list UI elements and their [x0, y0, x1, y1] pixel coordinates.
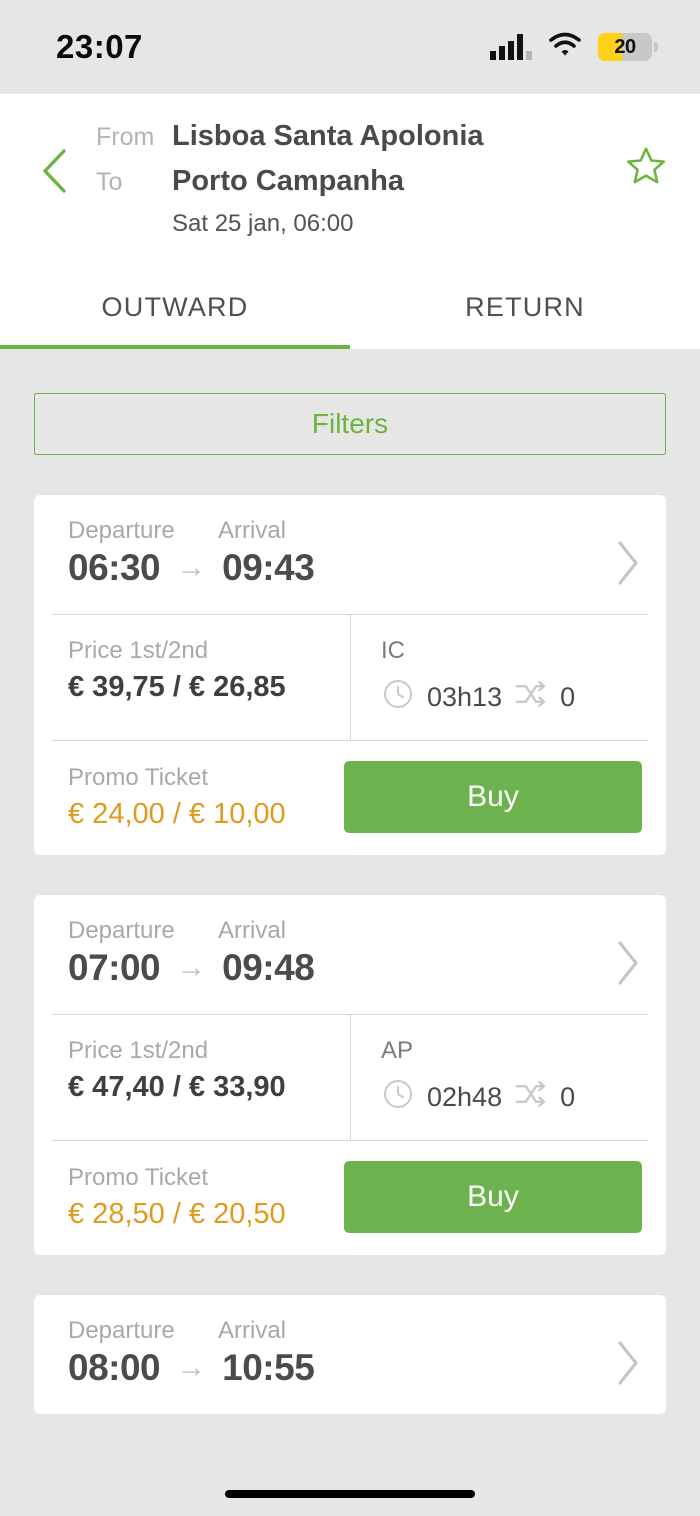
from-station: Lisboa Santa Apolonia — [172, 120, 484, 152]
route-details[interactable]: From Lisboa Santa Apolonia To Porto Camp… — [84, 120, 618, 238]
active-tab-underline — [0, 345, 350, 349]
buy-button[interactable]: Buy — [344, 1161, 642, 1233]
home-indicator — [225, 1490, 475, 1498]
price-label: Price 1st/2nd — [68, 1037, 209, 1064]
journey-details-button[interactable] — [614, 517, 642, 592]
promo-label: Promo Ticket — [68, 1163, 209, 1191]
clock-icon — [381, 677, 415, 718]
journey-details-button[interactable] — [614, 917, 642, 992]
journey-info-row: Price 1st/2nd € 47,40 / € 33,90 AP 02h48 — [34, 1015, 666, 1140]
journey-card[interactable]: Departure Arrival 07:00 → 09:48 Price 1s… — [34, 895, 666, 1255]
tab-return[interactable]: RETURN — [350, 278, 700, 349]
journey-card[interactable]: Departure Arrival 06:30 → 09:43 Price 1s… — [34, 495, 666, 855]
duration-value: 03h13 — [427, 682, 503, 712]
departure-label: Departure — [68, 1317, 175, 1344]
departure-time: 06:30 — [68, 547, 161, 588]
journey-promo-row: Promo Ticket € 28,50 / € 20,50 Buy — [34, 1141, 666, 1255]
arrival-time: 09:48 — [222, 947, 315, 988]
promo-label: Promo Ticket — [68, 763, 209, 791]
transfers-shuffle-icon — [514, 681, 548, 714]
departure-time: 07:00 — [68, 947, 161, 988]
chevron-right-icon — [614, 939, 642, 992]
transfers-count: 0 — [560, 682, 576, 712]
buy-button-label: Buy — [467, 1180, 519, 1213]
duration-value: 02h48 — [427, 1082, 503, 1112]
journey-promo-row: Promo Ticket € 24,00 / € 10,00 Buy — [34, 741, 666, 855]
price-value: € 39,75 / € 26,85 — [68, 671, 286, 703]
promo-price: € 28,50 / € 20,50 — [68, 1197, 286, 1230]
page-header: From Lisboa Santa Apolonia To Porto Camp… — [0, 94, 700, 349]
transfers-count: 0 — [560, 1082, 576, 1112]
clock-icon — [381, 1077, 415, 1118]
status-bar: 23:07 20 — [0, 0, 700, 94]
chevron-right-icon — [614, 539, 642, 592]
journey-details-button[interactable] — [614, 1317, 642, 1392]
chevron-right-icon — [614, 1339, 642, 1392]
tab-outward[interactable]: OUTWARD — [0, 278, 350, 349]
back-button[interactable] — [26, 120, 84, 199]
journey-card[interactable]: Departure Arrival 08:00 → 10:55 — [34, 1295, 666, 1414]
departure-label: Departure — [68, 517, 175, 544]
train-type: IC — [381, 637, 405, 664]
arrival-time: 10:55 — [222, 1347, 315, 1388]
filters-button[interactable]: Filters — [34, 393, 666, 455]
journey-times-row[interactable]: Departure Arrival 08:00 → 10:55 — [34, 1295, 666, 1414]
price-value: € 47,40 / € 33,90 — [68, 1071, 286, 1103]
status-bar-icons: 20 — [490, 32, 658, 63]
route-from-row: From Lisboa Santa Apolonia — [96, 120, 618, 153]
arrival-time: 09:43 — [222, 547, 315, 588]
route-to-row: To Porto Campanha — [96, 165, 618, 198]
journey-info-row: Price 1st/2nd € 39,75 / € 26,85 IC 03h13 — [34, 615, 666, 740]
favorite-button[interactable] — [618, 120, 674, 193]
train-type: AP — [381, 1037, 414, 1064]
battery-level-text: 20 — [614, 35, 636, 58]
star-outline-icon — [624, 144, 668, 193]
signal-bars-icon — [490, 34, 532, 60]
trip-direction-tabs: OUTWARD RETURN — [0, 278, 700, 349]
journey-times-row[interactable]: Departure Arrival 07:00 → 09:48 — [34, 895, 666, 1014]
arrival-label: Arrival — [218, 517, 287, 544]
status-bar-time: 23:07 — [56, 28, 143, 65]
to-label: To — [96, 168, 123, 196]
results-list: Filters Departure Arrival 06:30 → 09:43 — [0, 393, 700, 1414]
buy-button[interactable]: Buy — [344, 761, 642, 833]
buy-button-label: Buy — [467, 780, 519, 813]
price-label: Price 1st/2nd — [68, 637, 209, 664]
departure-time: 08:00 — [68, 1347, 161, 1388]
wifi-icon — [548, 32, 582, 63]
filters-button-label: Filters — [311, 408, 389, 439]
arrow-icon: → — [176, 1351, 207, 1384]
arrival-label: Arrival — [218, 1317, 287, 1344]
to-station: Porto Campanha — [172, 165, 405, 197]
battery-icon: 20 — [598, 33, 658, 61]
route-date: Sat 25 jan, 06:00 — [172, 210, 354, 237]
route-summary: From Lisboa Santa Apolonia To Porto Camp… — [0, 94, 700, 238]
chevron-left-icon — [40, 148, 70, 199]
arrival-label: Arrival — [218, 917, 287, 944]
arrow-icon: → — [176, 951, 207, 984]
arrow-icon: → — [176, 551, 207, 584]
departure-label: Departure — [68, 917, 175, 944]
from-label: From — [96, 123, 155, 151]
transfers-shuffle-icon — [514, 1081, 548, 1114]
promo-price: € 24,00 / € 10,00 — [68, 797, 286, 830]
journey-times-row[interactable]: Departure Arrival 06:30 → 09:43 — [34, 495, 666, 614]
